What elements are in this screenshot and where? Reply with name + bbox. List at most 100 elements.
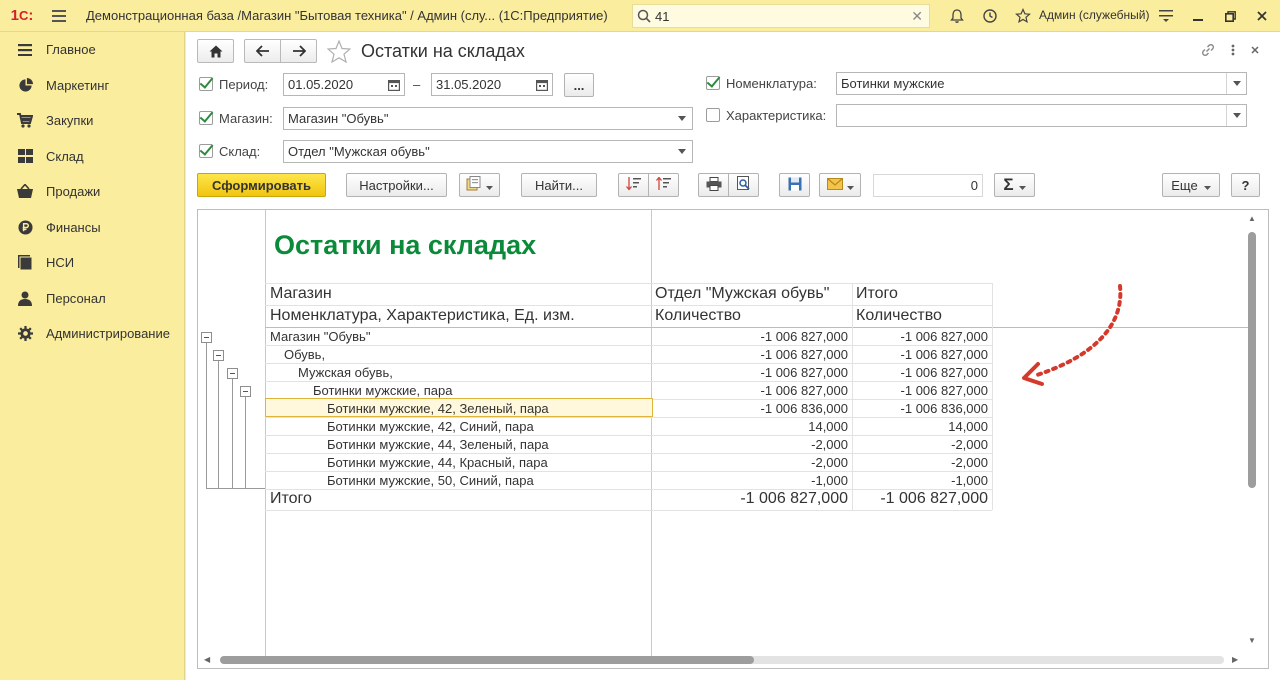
period-to-field[interactable]: 31.05.2020 [431,73,553,96]
sidebar-item-main[interactable]: Главное [0,32,184,68]
forward-button[interactable] [280,39,317,63]
minimize-icon[interactable] [1182,0,1214,32]
table-row-label: Мужская обувь, [298,365,393,380]
home-icon [209,45,222,57]
clear-search-icon[interactable]: ✕ [911,8,923,25]
print-preview-button[interactable] [728,173,759,197]
home-button[interactable] [197,39,234,63]
nomenclature-label: Номенклатура: [726,76,817,91]
sidebar-item-warehouse[interactable]: Склад [0,139,184,175]
sidebar-item-nsi[interactable]: НСИ [0,245,184,281]
annotation-arrow [1022,284,1123,386]
more-menu-button[interactable]: Еще [1162,173,1220,197]
menu-lines-icon [17,42,33,58]
store-checkbox[interactable] [199,111,213,125]
characteristic-checkbox[interactable] [706,108,720,122]
back-button[interactable] [244,39,281,63]
store-field[interactable]: Магазин "Обувь" [283,107,693,130]
table-row-label: Магазин "Обувь" [270,329,371,344]
favorites-star-icon[interactable] [1006,0,1039,32]
characteristic-field[interactable] [836,104,1247,127]
vertical-scrollbar[interactable] [1248,232,1256,488]
sidebar-item-administration[interactable]: Администрирование [0,316,184,352]
header-line [265,305,992,306]
calendar-icon[interactable] [384,74,404,95]
close-form-icon[interactable] [1250,42,1260,61]
dropdown-arrow-icon [1018,178,1026,193]
table-cell: -1 006 836,000 [760,401,848,416]
scroll-left-arrow-icon[interactable]: ◀ [204,655,210,664]
period-select-button[interactable]: ... [564,73,594,97]
scroll-down-arrow-icon[interactable]: ▼ [1248,636,1256,645]
scroll-right-arrow-icon[interactable]: ▶ [1232,655,1238,664]
restore-icon[interactable] [1214,0,1246,32]
tree-connector [245,397,246,489]
nomenclature-field[interactable]: Ботинки мужские [836,72,1247,95]
print-button[interactable] [698,173,729,197]
collapse-group-icon[interactable] [213,350,224,361]
user-name[interactable]: Админ (служебный) [1039,8,1149,22]
gear-icon [17,326,33,342]
horizontal-scrollbar[interactable] [220,656,754,664]
table-cell: -1 006 836,000 [900,401,988,416]
form-title: Остатки на складах [361,41,525,61]
link-icon[interactable] [1200,42,1216,61]
history-icon[interactable] [973,0,1006,32]
sidebar-item-marketing[interactable]: Маркетинг [0,68,184,104]
table-cell: -1 006 827,000 [760,365,848,380]
period-from-field[interactable]: 01.05.2020 [283,73,405,96]
dropdown-arrow-icon[interactable] [672,141,692,162]
period-checkbox[interactable] [199,77,213,91]
header-line [852,283,853,510]
calendar-icon[interactable] [532,74,552,95]
sum-field[interactable]: 0 [873,174,983,197]
tree-connector [218,361,219,489]
sum-menu-button[interactable]: Σ [994,173,1035,197]
dropdown-arrow-icon[interactable] [1226,105,1246,126]
sidebar-item-personnel[interactable]: Персонал [0,281,184,317]
favorite-star-icon[interactable] [326,39,352,66]
help-button[interactable]: ? [1231,173,1260,197]
row-line [265,345,992,346]
app-title: Демонстрационная база /Магазин "Бытовая … [86,8,608,23]
sort-descending-button[interactable] [648,173,679,197]
person-icon [17,290,33,306]
settings-button[interactable]: Настройки... [346,173,447,197]
close-window-icon[interactable] [1246,0,1278,32]
search-input[interactable] [655,8,905,24]
save-button[interactable] [779,173,810,197]
global-search[interactable]: ✕ [632,4,930,28]
find-button[interactable]: Найти... [521,173,597,197]
collapse-group-icon[interactable] [227,368,238,379]
dropdown-arrow-icon[interactable] [1226,73,1246,94]
collapse-group-icon[interactable] [201,332,212,343]
sort-ascending-button[interactable] [618,173,649,197]
table-cell: 14,000 [808,419,848,434]
nomenclature-checkbox[interactable] [706,76,720,90]
table-cell: -1 006 827,000 [760,383,848,398]
report-spreadsheet[interactable]: Остатки на складах Магазин Номенклатура,… [197,209,1269,669]
row-line [265,417,992,418]
generate-report-button[interactable]: Сформировать [197,173,326,197]
sidebar-item-sales[interactable]: Продажи [0,174,184,210]
table-cell: 14,000 [948,419,988,434]
send-email-button[interactable] [819,173,861,197]
collapse-group-icon[interactable] [240,386,251,397]
warehouse-field[interactable]: Отдел "Мужская обувь" [283,140,693,163]
sort-asc-icon [625,176,642,194]
printer-icon [706,176,722,194]
settings-lines-icon[interactable] [1150,0,1182,32]
scroll-up-arrow-icon[interactable]: ▲ [1248,214,1256,223]
dropdown-arrow-icon[interactable] [672,108,692,129]
sidebar-item-finance[interactable]: Финансы [0,210,184,246]
more-vertical-icon[interactable] [1230,42,1236,61]
main-menu-icon[interactable] [44,0,74,32]
search-icon [637,9,651,23]
warehouse-checkbox[interactable] [199,144,213,158]
tree-connector [206,343,207,489]
sidebar-item-purchases[interactable]: Закупки [0,103,184,139]
bell-icon[interactable] [940,0,973,32]
table-cell: -1,000 [951,473,988,488]
header-nomenclature: Номенклатура, Характеристика, Ед. изм. [270,307,575,324]
variants-menu-button[interactable] [459,173,500,197]
